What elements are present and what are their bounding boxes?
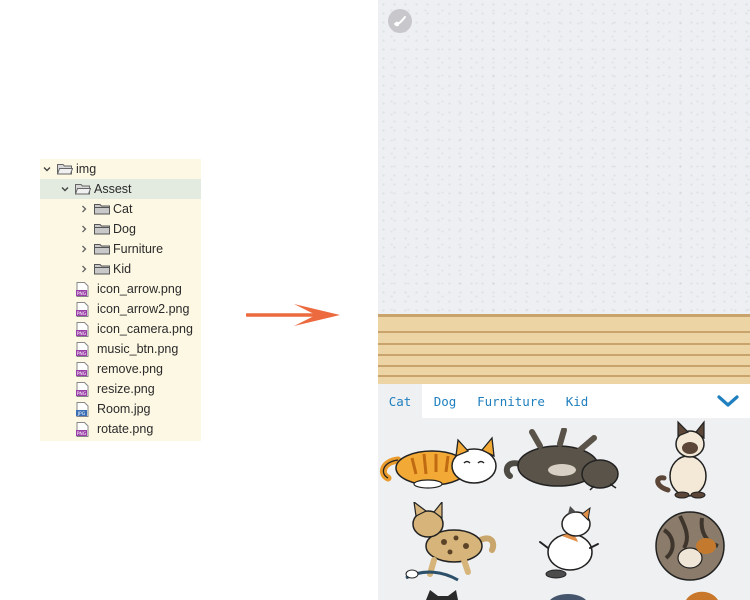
- tree-folder-furniture[interactable]: Furniture: [40, 239, 201, 259]
- svg-text:PNG: PNG: [77, 370, 87, 376]
- png-file-icon: PNG: [76, 361, 89, 377]
- folder-icon: [94, 264, 110, 275]
- room-app: Cat Dog Furniture Kid: [378, 0, 750, 600]
- png-file-icon: PNG: [76, 341, 89, 357]
- sticker-tabby-cat-curled[interactable]: [650, 506, 730, 586]
- folder-icon: [94, 204, 110, 215]
- tree-label: music_btn.png: [97, 342, 179, 356]
- sticker-calico-cat-lying[interactable]: [534, 506, 602, 586]
- tree-label: img: [76, 162, 97, 176]
- floor-board-line: [378, 375, 750, 377]
- room-wall[interactable]: [378, 0, 750, 316]
- folder-open-icon: [75, 184, 91, 195]
- tree-label: Cat: [113, 202, 133, 216]
- tree-file[interactable]: PNG icon_arrow2.png: [40, 299, 201, 319]
- sticker-spotted-cat-walking[interactable]: [404, 502, 500, 582]
- folder-icon: [94, 224, 110, 235]
- svg-text:JPG: JPG: [77, 410, 86, 416]
- chevron-right-icon[interactable]: [78, 223, 90, 235]
- tree-file[interactable]: PNG rotate.png: [40, 419, 201, 439]
- tree-file[interactable]: PNG music_btn.png: [40, 339, 201, 359]
- floor-board-line: [378, 343, 750, 345]
- folder-open-icon: [57, 164, 73, 175]
- tree-folder-assest[interactable]: Assest: [40, 179, 201, 199]
- right-arrow-icon: [246, 304, 340, 326]
- tree-label: Assest: [94, 182, 132, 196]
- svg-text:PNG: PNG: [77, 330, 87, 336]
- sticker-siamese-cat-sitting[interactable]: [648, 420, 732, 500]
- png-file-icon: PNG: [76, 421, 89, 437]
- tree-file[interactable]: PNG icon_arrow.png: [40, 279, 201, 299]
- tree-label: icon_arrow2.png: [97, 302, 190, 316]
- tab-cat[interactable]: Cat: [378, 384, 422, 418]
- tree-label: Dog: [113, 222, 136, 236]
- png-file-icon: PNG: [76, 321, 89, 337]
- folder-icon: [94, 244, 110, 255]
- sticker-orange-tabby-cat[interactable]: [378, 430, 502, 490]
- music-note-icon: [394, 16, 406, 27]
- tree-label: resize.png: [97, 382, 155, 396]
- tree-folder-dog[interactable]: Dog: [40, 219, 201, 239]
- sticker-gray-cat-partial[interactable]: [548, 590, 588, 600]
- chevron-right-icon[interactable]: [78, 263, 90, 275]
- tree-label: rotate.png: [97, 422, 154, 436]
- tab-furniture[interactable]: Furniture: [474, 384, 548, 418]
- tree-label: Furniture: [113, 242, 164, 256]
- png-file-icon: PNG: [76, 301, 89, 317]
- tree-file[interactable]: PNG resize.png: [40, 379, 201, 399]
- sticker-grid: [378, 418, 750, 600]
- tree-file[interactable]: JPG Room.jpg: [40, 399, 201, 419]
- tab-kid[interactable]: Kid: [560, 384, 594, 418]
- floor-board-line: [378, 314, 750, 317]
- svg-text:PNG: PNG: [77, 390, 87, 396]
- tree-folder-cat[interactable]: Cat: [40, 199, 201, 219]
- chevron-down-icon[interactable]: [41, 163, 53, 175]
- music-button[interactable]: [388, 9, 412, 33]
- tree-label: Kid: [113, 262, 132, 276]
- tree-folder-kid[interactable]: Kid: [40, 259, 201, 279]
- tree-file[interactable]: PNG icon_camera.png: [40, 319, 201, 339]
- category-tab-bar: Cat Dog Furniture Kid: [378, 384, 750, 418]
- svg-text:PNG: PNG: [77, 350, 87, 356]
- svg-text:PNG: PNG: [77, 430, 87, 436]
- tab-dog[interactable]: Dog: [426, 384, 464, 418]
- room-floor: [378, 314, 750, 384]
- chevron-down-icon[interactable]: [59, 183, 71, 195]
- svg-text:PNG: PNG: [77, 290, 87, 296]
- png-file-icon: PNG: [76, 381, 89, 397]
- jpg-file-icon: JPG: [76, 401, 89, 417]
- tree-label: icon_arrow.png: [97, 282, 182, 296]
- tree-label: icon_camera.png: [97, 322, 193, 336]
- file-tree: img Assest Cat Dog Furniture Kid PNG ico…: [40, 159, 201, 441]
- sticker-black-cat-partial[interactable]: [422, 588, 462, 600]
- tree-folder-img[interactable]: img: [40, 159, 201, 179]
- sticker-orange-cat-partial[interactable]: [682, 588, 722, 600]
- png-file-icon: PNG: [76, 281, 89, 297]
- chevron-down-icon[interactable]: [716, 392, 740, 410]
- tree-file[interactable]: PNG remove.png: [40, 359, 201, 379]
- chevron-right-icon[interactable]: [78, 243, 90, 255]
- floor-board-line: [378, 354, 750, 356]
- chevron-right-icon[interactable]: [78, 203, 90, 215]
- svg-text:PNG: PNG: [77, 310, 87, 316]
- tree-label: remove.png: [97, 362, 164, 376]
- floor-board-line: [378, 331, 750, 333]
- sticker-gray-cat-rolling[interactable]: [502, 428, 630, 492]
- floor-board-line: [378, 365, 750, 367]
- tree-label: Room.jpg: [97, 402, 151, 416]
